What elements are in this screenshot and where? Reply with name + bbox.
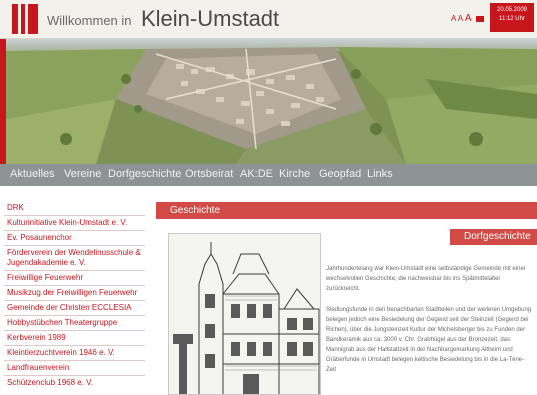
sidebar-item-foerderverein[interactable]: Förderverein der Wendelinusschule & Juge…: [7, 248, 143, 268]
site-header: Willkommen in Klein-Umstadt A A A 20.05.…: [0, 0, 537, 39]
town-hall-illustration: [168, 233, 321, 395]
nav-item-vereine[interactable]: Vereine: [64, 168, 101, 180]
sidebar-divider: [4, 360, 145, 361]
sidebar-item-schuetzenclub[interactable]: Schützenclub 1968 e. V.: [7, 378, 143, 388]
sidebar-divider: [4, 345, 145, 346]
sidebar-item-kerbverein[interactable]: Kerbverein 1989: [7, 333, 143, 343]
font-small-button[interactable]: A: [451, 14, 456, 23]
sidebar-divider: [4, 315, 145, 316]
sidebar-item-drk[interactable]: DRK: [7, 203, 143, 213]
section-title: Geschichte: [170, 205, 221, 216]
sidebar-item-posaunenchor[interactable]: Ev. Posaunenchor: [7, 233, 143, 243]
nav-item-ortsbeirat[interactable]: Ortsbeirat: [185, 168, 233, 180]
history-paragraph-findings: Siedlungsfunde in den benachbarten Stadt…: [326, 307, 532, 373]
date-box: 20.05.2009 11:12 Uhr: [490, 3, 534, 32]
sidebar-item-theatergruppe[interactable]: Hobbystübchen Theatergruppe: [7, 318, 143, 328]
nav-item-kirche[interactable]: Kirche: [279, 168, 310, 180]
category-badge[interactable]: Dorfgeschichte: [464, 231, 531, 242]
sidebar-item-ecclesia[interactable]: Gemeinde der Christen ECCLESIA: [7, 303, 143, 313]
font-medium-button[interactable]: A: [458, 14, 463, 23]
main-navigation: Aktuelles Vereine Dorfgeschichte Ortsbei…: [0, 164, 537, 186]
nav-item-geopfad[interactable]: Geopfad: [319, 168, 361, 180]
sidebar-item-musikzug[interactable]: Musikzug der Freiwilligen Feuerwehr: [7, 288, 143, 298]
aerial-photo-illustration: [6, 39, 537, 164]
nav-item-akde[interactable]: AK:DE: [240, 168, 273, 180]
sidebar-divider: [4, 230, 145, 231]
sidebar-item-kleintierzuchtverein[interactable]: Kleintierzuchtverein 1946 e. V.: [7, 348, 143, 358]
sidebar-divider: [4, 270, 145, 271]
font-size-controls: A A A: [451, 13, 484, 24]
history-paragraph-intro: Jahrhundertelang war Klein-Umstadt eine …: [326, 266, 526, 292]
nav-item-links[interactable]: Links: [367, 168, 393, 180]
nav-item-dorfgeschichte[interactable]: Dorfgeschichte: [108, 168, 181, 180]
sidebar-divider: [4, 245, 145, 246]
logo-icon[interactable]: [12, 4, 38, 34]
current-time: 11:12 Uhr: [499, 16, 525, 22]
header-aerial-photo: [6, 39, 537, 164]
town-hall-drawing: [169, 234, 320, 394]
site-title: Klein-Umstadt: [141, 6, 280, 31]
font-large-button[interactable]: A: [465, 13, 472, 24]
sidebar-divider: [4, 375, 145, 376]
sidebar-item-kulturinitiative[interactable]: Kulturinitiative Klein-Umstadt e. V.: [7, 218, 143, 228]
welcome-text: Willkommen in: [47, 13, 132, 28]
current-date: 20.05.2009: [496, 7, 528, 13]
sidebar-divider: [4, 285, 145, 286]
sidebar-item-landfrauenverein[interactable]: Landfrauenverein: [7, 363, 143, 373]
contrast-icon[interactable]: [475, 15, 484, 22]
sidebar-divider: [4, 300, 145, 301]
sidebar-divider: [4, 330, 145, 331]
sidebar-divider: [4, 215, 145, 216]
nav-item-aktuelles[interactable]: Aktuelles: [10, 168, 55, 180]
sidebar-item-feuerwehr[interactable]: Freiwillige Feuerwehr: [7, 273, 143, 283]
